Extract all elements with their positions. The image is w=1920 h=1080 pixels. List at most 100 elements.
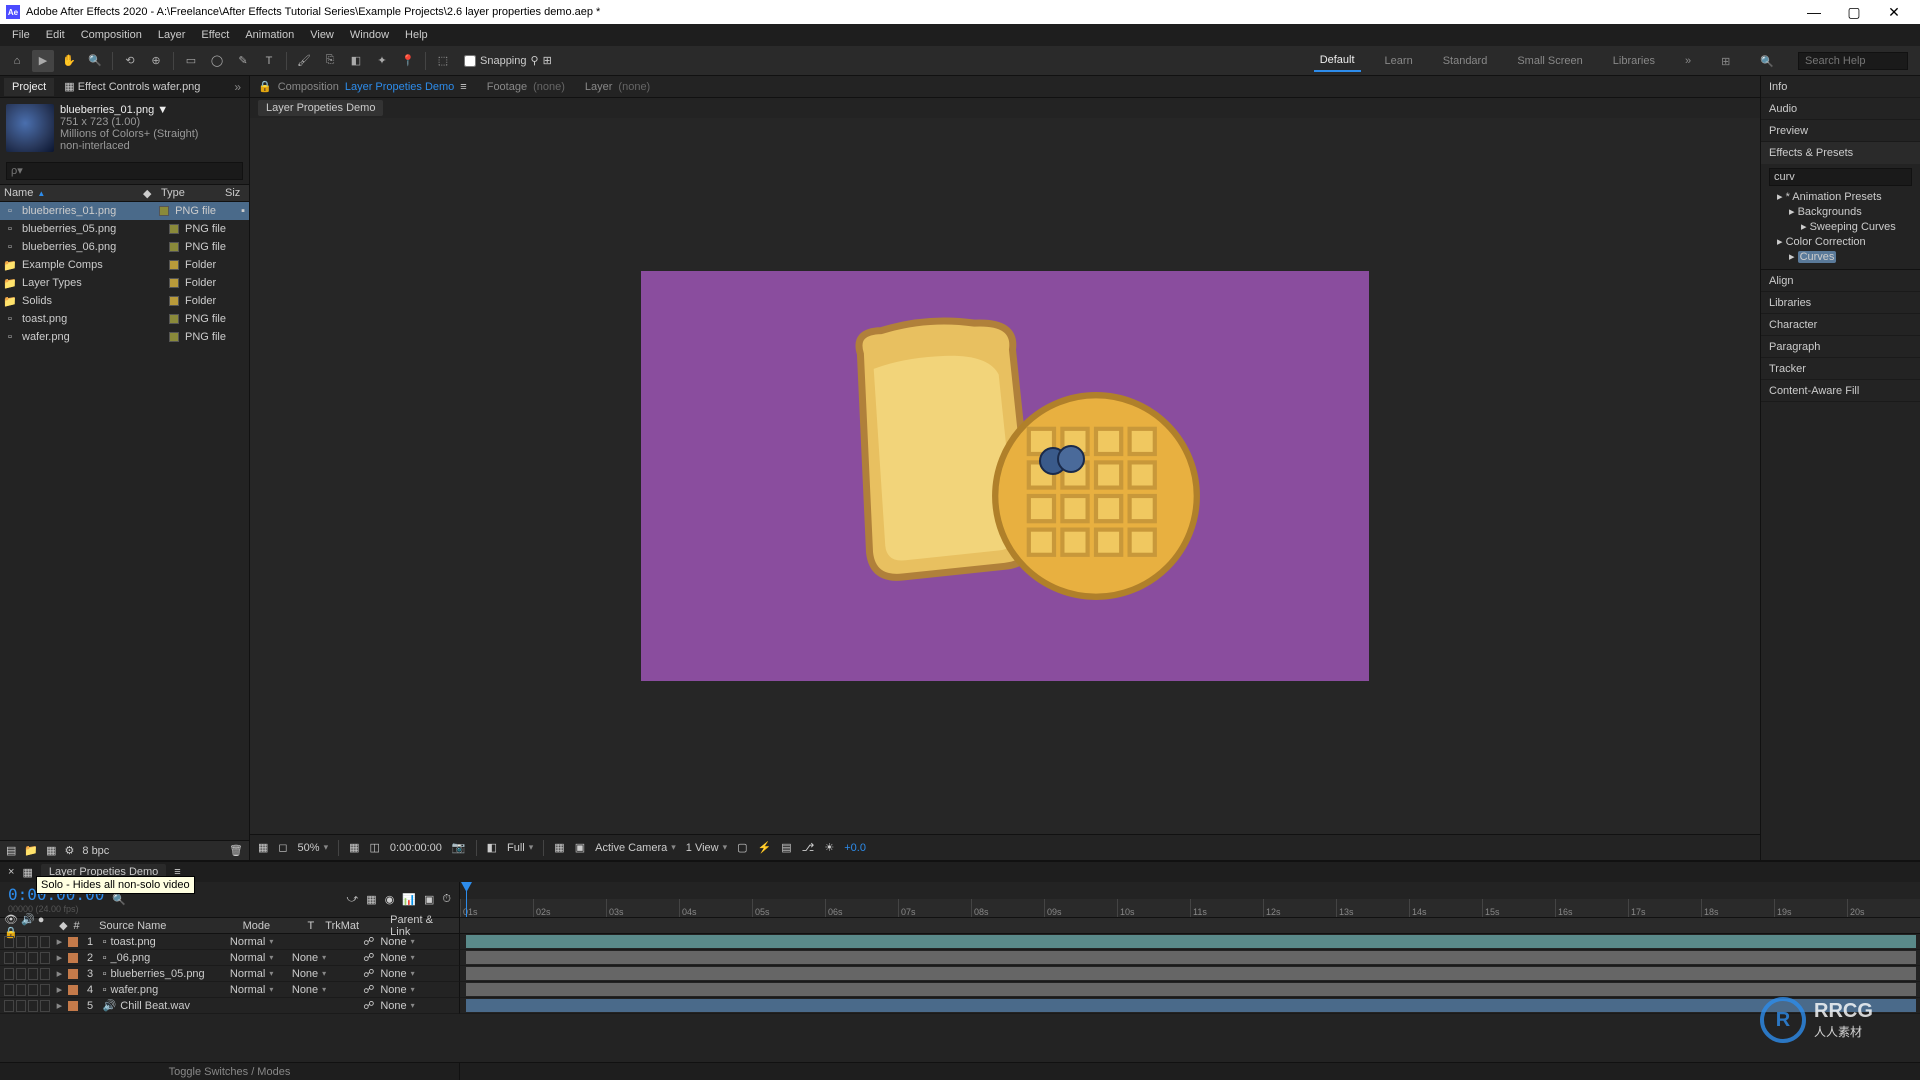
views-dropdown[interactable]: 1 View xyxy=(686,842,727,854)
new-comp-icon[interactable]: ▦ xyxy=(46,844,56,857)
layer-name[interactable]: ▫blueberries_05.png xyxy=(103,968,224,980)
project-row[interactable]: ▫toast.pngPNG file xyxy=(0,310,249,328)
blend-mode-dropdown[interactable]: Normal xyxy=(230,952,286,964)
panel-audio[interactable]: Audio xyxy=(1761,98,1920,120)
snap-opts-icon[interactable]: ⚲ xyxy=(531,54,539,67)
lock-switch[interactable] xyxy=(40,952,50,964)
resolution-dropdown[interactable]: Full xyxy=(507,842,533,854)
layer-name[interactable]: ▫_06.png xyxy=(103,952,224,964)
project-settings-icon[interactable]: ⚙ xyxy=(65,844,75,857)
effects-tree-item[interactable]: ▸ Curves xyxy=(1769,250,1912,265)
shy-icon[interactable]: ⤻ xyxy=(347,893,359,906)
parent-dropdown[interactable]: None xyxy=(380,968,455,980)
workspace-smallscreen[interactable]: Small Screen xyxy=(1511,51,1588,71)
snapping-checkbox[interactable] xyxy=(464,55,476,67)
timeline-ruler-area[interactable]: 01s02s03s04s05s06s07s08s09s10s11s12s13s1… xyxy=(460,882,1920,917)
timecode-display[interactable]: 0:00:00:00 xyxy=(390,842,442,854)
effects-tree-item[interactable]: ▸ Color Correction xyxy=(1769,235,1912,250)
effects-presets-title[interactable]: Effects & Presets xyxy=(1761,142,1920,164)
video-switch[interactable] xyxy=(4,1000,14,1012)
layer-name[interactable]: ▫wafer.png xyxy=(103,984,224,996)
video-switch[interactable] xyxy=(4,984,14,996)
project-row[interactable]: ▫blueberries_01.pngPNG file▪ xyxy=(0,202,249,220)
pen-tool[interactable]: ✎ xyxy=(232,50,254,72)
video-col-icon[interactable]: 👁 xyxy=(4,914,18,926)
timeline-zoom-slider[interactable] xyxy=(460,1063,1920,1080)
fast-preview-icon[interactable]: ⚡ xyxy=(758,841,772,854)
timeline-icon[interactable]: ▤ xyxy=(781,841,791,854)
toggle-switches-button[interactable]: Toggle Switches / Modes xyxy=(0,1063,460,1080)
timeline-close-icon[interactable]: × xyxy=(8,866,14,878)
timeline-layer-row[interactable]: ▸1▫toast.pngNormal☍None xyxy=(0,934,1920,950)
audio-switch[interactable] xyxy=(16,936,26,948)
panel-preview[interactable]: Preview xyxy=(1761,120,1920,142)
puppet-tool[interactable]: 📍 xyxy=(397,50,419,72)
project-row[interactable]: ▫blueberries_05.pngPNG file xyxy=(0,220,249,238)
project-row[interactable]: ▫blueberries_06.pngPNG file xyxy=(0,238,249,256)
solo-col-icon[interactable]: ● xyxy=(38,914,45,926)
interpret-footage-icon[interactable]: ▤ xyxy=(6,844,16,857)
tab-effect-controls[interactable]: ▦ Effect Controls wafer.png xyxy=(56,77,208,96)
panel-character[interactable]: Character xyxy=(1761,314,1920,336)
audio-switch[interactable] xyxy=(16,984,26,996)
selection-tool[interactable]: ▶ xyxy=(32,50,54,72)
project-row[interactable]: 📁Layer TypesFolder xyxy=(0,274,249,292)
panel-tracker[interactable]: Tracker xyxy=(1761,358,1920,380)
workspace-libraries[interactable]: Libraries xyxy=(1607,51,1661,71)
source-col-header[interactable]: Source Name xyxy=(99,920,236,932)
twirl-icon[interactable]: ▸ xyxy=(57,951,63,964)
panel-paragraph[interactable]: Paragraph xyxy=(1761,336,1920,358)
solo-switch[interactable] xyxy=(28,1000,38,1012)
close-button[interactable]: ✕ xyxy=(1874,1,1914,23)
col-label-icon[interactable]: ◆ xyxy=(143,187,157,200)
twirl-icon[interactable]: ▸ xyxy=(57,967,63,980)
solo-switch[interactable] xyxy=(28,968,38,980)
workspace-overflow-icon[interactable]: » xyxy=(1679,51,1697,71)
time-ruler[interactable]: 01s02s03s04s05s06s07s08s09s10s11s12s13s1… xyxy=(460,899,1920,917)
trkmat-dropdown[interactable]: None xyxy=(292,952,357,964)
timeline-search-icon[interactable]: 🔍 xyxy=(112,893,126,906)
comp-lock-icon[interactable]: 🔒 xyxy=(258,80,272,93)
menu-animation[interactable]: Animation xyxy=(237,29,302,41)
project-row[interactable]: 📁Example CompsFolder xyxy=(0,256,249,274)
project-row[interactable]: 📁SolidsFolder xyxy=(0,292,249,310)
reset-workspace-icon[interactable]: ⊞ xyxy=(1715,51,1736,72)
mode-col-header[interactable]: Mode xyxy=(243,920,302,932)
search-help-input[interactable] xyxy=(1798,52,1908,70)
draft3d-icon[interactable]: ▣ xyxy=(424,893,434,906)
rect-tool[interactable]: ▭ xyxy=(180,50,202,72)
local-axis-icon[interactable]: ⬚ xyxy=(432,50,454,72)
composition-canvas[interactable] xyxy=(641,271,1369,681)
menu-view[interactable]: View xyxy=(302,29,342,41)
orbit-tool[interactable]: ⟲ xyxy=(119,50,141,72)
timeline-layer-row[interactable]: ▸2▫_06.pngNormalNone☍None xyxy=(0,950,1920,966)
lock-switch[interactable] xyxy=(40,936,50,948)
menu-effect[interactable]: Effect xyxy=(193,29,237,41)
trkmat-dropdown[interactable]: None xyxy=(292,968,357,980)
parent-dropdown[interactable]: None xyxy=(380,936,455,948)
ellipse-tool[interactable]: ◯ xyxy=(206,50,228,72)
panel-align[interactable]: Align xyxy=(1761,270,1920,292)
layer-duration-bar[interactable] xyxy=(466,967,1916,980)
pixel-aspect-icon[interactable]: ▢ xyxy=(737,841,747,854)
layer-duration-bar[interactable] xyxy=(466,935,1916,948)
layer-label-swatch[interactable] xyxy=(68,969,77,979)
effects-tree-item[interactable]: ▸ * Animation Presets xyxy=(1769,190,1912,205)
workspace-learn[interactable]: Learn xyxy=(1379,51,1419,71)
pickwhip-icon[interactable]: ☍ xyxy=(363,999,374,1012)
breadcrumb-item[interactable]: Layer Propeties Demo xyxy=(258,100,383,116)
tab-project[interactable]: Project xyxy=(4,78,54,96)
project-row[interactable]: ▫wafer.pngPNG file xyxy=(0,328,249,346)
menu-file[interactable]: File xyxy=(4,29,38,41)
blend-mode-dropdown[interactable]: Normal xyxy=(230,984,286,996)
video-switch[interactable] xyxy=(4,936,14,948)
twirl-icon[interactable]: ▸ xyxy=(57,999,63,1012)
home-tool[interactable]: ⌂ xyxy=(6,50,28,72)
flowchart-icon[interactable]: ⎇ xyxy=(802,841,815,854)
transparency-icon[interactable]: ▦ xyxy=(554,841,564,854)
panel-info[interactable]: Info xyxy=(1761,76,1920,98)
comp-tab-menu-icon[interactable]: ≡ xyxy=(460,81,466,93)
parent-dropdown[interactable]: None xyxy=(380,952,455,964)
minimize-button[interactable]: — xyxy=(1794,1,1834,23)
col-size[interactable]: Siz xyxy=(225,187,245,199)
